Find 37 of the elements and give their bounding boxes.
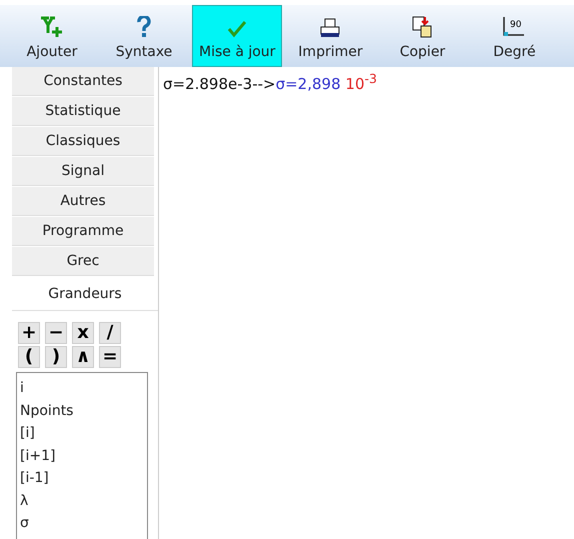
operator-button[interactable]: / <box>99 322 121 344</box>
toolbar-button[interactable]: Ajouter <box>8 5 96 67</box>
operator-button[interactable]: x <box>72 322 94 344</box>
operator-button[interactable]: ∧ <box>72 346 94 368</box>
operator-button[interactable]: ) <box>45 346 67 368</box>
question-mark-icon <box>137 16 151 38</box>
copy-icon <box>412 16 432 38</box>
checkmark-icon <box>227 20 248 38</box>
operator-button[interactable]: = <box>99 346 121 368</box>
y-plus-icon <box>40 16 64 38</box>
category-tab[interactable]: Programme <box>12 217 154 246</box>
toolbar-button[interactable]: Copier <box>378 5 466 67</box>
operator-button[interactable]: + <box>18 322 40 344</box>
editor-area[interactable]: σ=2.898e-3-->σ=2,898 10$^{-3}$ <box>158 67 574 539</box>
operator-button[interactable]: − <box>45 322 67 344</box>
list-item[interactable]: λ <box>20 490 144 512</box>
category-tab[interactable]: Statistique <box>12 97 154 126</box>
list-item[interactable]: σ <box>20 512 144 534</box>
formula-text: σ=2.898e-3--> <box>163 75 276 93</box>
toolbar-button[interactable]: Imprimer <box>286 5 374 67</box>
toolbar-button[interactable]: 90 Degré <box>470 5 558 67</box>
formula-text: 10$^{-3}$ <box>345 75 377 93</box>
list-item[interactable]: Npoints <box>20 400 144 422</box>
toolbar-button[interactable]: Syntaxe <box>100 5 188 67</box>
list-item[interactable]: [i-1] <box>20 467 144 490</box>
category-tab[interactable]: Constantes <box>12 67 154 96</box>
category-tab[interactable]: Signal <box>12 157 154 186</box>
list-item[interactable]: [i+1] <box>20 444 144 467</box>
category-tab[interactable]: Classiques <box>12 127 154 156</box>
operator-button[interactable]: ( <box>18 346 40 368</box>
toolbar-button[interactable]: Mise à jour <box>192 5 282 67</box>
formula-text: σ=2,898 <box>276 75 341 93</box>
list-item[interactable]: [i] <box>20 422 144 444</box>
category-tab[interactable]: Grec <box>12 247 154 276</box>
printer-icon <box>320 18 340 38</box>
list-item[interactable]: i <box>20 377 144 400</box>
category-tab[interactable]: Autres <box>12 187 154 216</box>
